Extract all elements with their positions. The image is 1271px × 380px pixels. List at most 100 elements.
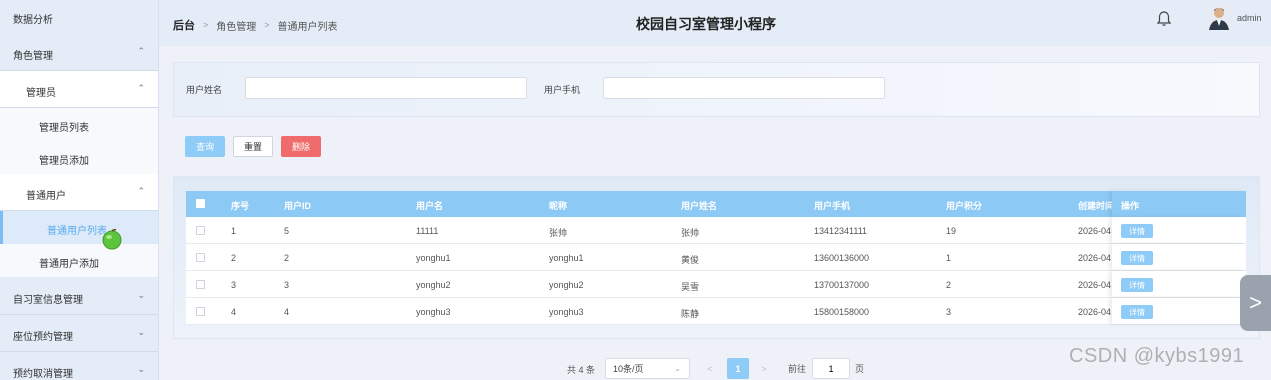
cell-phone: 13600136000 [814, 253, 870, 263]
row-checkbox[interactable] [196, 253, 205, 262]
column-header-nickname: 昵称 [549, 201, 568, 211]
cell-realname: 陈静 [681, 309, 700, 319]
sidebar-item-label: 普通用户 [26, 191, 66, 202]
chevron-down-icon: ⌄ [137, 290, 145, 300]
cell-nickname: yonghu3 [549, 307, 584, 317]
chevron-down-icon: ⌄ [674, 364, 681, 373]
cell-username: 11111 [416, 226, 439, 236]
cell-created: 2026-04 [1078, 253, 1112, 263]
sidebar-item-user-add[interactable]: 普通用户添加 [0, 244, 158, 277]
query-button[interactable]: 查询 [185, 136, 225, 157]
sidebar: 数据分析 角色管理 ⌃ 管理员 ⌃ 管理员列表 管理员添加 普通用户 ⌃ 普通用… [0, 0, 159, 380]
table-row: 3 3 yonghu2 yonghu2 吴雪 13700137000 2 202… [186, 271, 1246, 298]
phone-label: 用户手机 [544, 85, 581, 95]
goto-label: 前往 [788, 364, 807, 374]
operation-cell: 详情 [1112, 244, 1246, 270]
sidebar-item-label: 角色管理 [13, 51, 53, 62]
sidebar-item-admins[interactable]: 管理员 ⌃ [0, 71, 158, 108]
cell-user-id: 3 [284, 280, 290, 290]
cell-user-id: 5 [284, 226, 290, 236]
name-input[interactable] [245, 77, 527, 99]
operation-column-header: 操作 [1112, 191, 1246, 217]
goto-page-input[interactable] [812, 358, 850, 379]
row-checkbox[interactable] [196, 307, 205, 316]
cell-index: 2 [231, 253, 237, 263]
column-header-user-id: 用户ID [284, 201, 312, 211]
user-name[interactable]: admin [1237, 13, 1262, 23]
cell-nickname: yonghu1 [549, 253, 584, 263]
sidebar-item-admin-list[interactable]: 管理员列表 [0, 108, 158, 141]
sidebar-item-label: 座位预约管理 [13, 332, 73, 343]
top-header: 后台 > 角色管理 > 普通用户列表 校园自习室管理小程序 admin [159, 0, 1271, 46]
user-table: 序号 用户ID 用户名 昵称 用户姓名 用户手机 用户积分 创建时间 操作 1 … [173, 176, 1260, 339]
detail-button[interactable]: 详情 [1121, 305, 1153, 319]
detail-button[interactable]: 详情 [1121, 224, 1153, 238]
cell-phone: 13412341111 [814, 226, 868, 236]
cell-realname: 吴雪 [681, 282, 700, 292]
chevron-down-icon: ⌄ [137, 327, 145, 337]
cell-username: yonghu3 [416, 307, 451, 317]
user-avatar-icon [1207, 4, 1231, 30]
reset-button[interactable]: 重置 [233, 136, 273, 157]
search-panel: 用户姓名 用户手机 [173, 62, 1260, 117]
chevron-up-icon: ⌃ [137, 46, 145, 56]
bell-icon[interactable] [1155, 10, 1173, 28]
float-next-button[interactable]: > [1240, 275, 1271, 331]
cell-username: yonghu1 [416, 253, 451, 263]
cell-phone: 15800158000 [814, 307, 870, 317]
column-header-phone: 用户手机 [814, 201, 851, 211]
sidebar-item-room-info[interactable]: 自习室信息管理 ⌄ [0, 278, 158, 315]
table-header: 序号 用户ID 用户名 昵称 用户姓名 用户手机 用户积分 创建时间 操作 [186, 191, 1246, 217]
select-all-checkbox[interactable] [196, 199, 205, 208]
sidebar-item-booking-cancel[interactable]: 预约取消管理 ⌄ [0, 352, 158, 380]
row-checkbox[interactable] [196, 280, 205, 289]
page-suffix: 页 [855, 364, 865, 374]
operation-cell: 详情 [1112, 271, 1246, 297]
prev-page-button[interactable]: < [702, 358, 718, 379]
breadcrumb-role-management[interactable]: 角色管理 [216, 18, 256, 33]
cell-points: 1 [946, 253, 952, 263]
breadcrumb-current: 普通用户列表 [277, 21, 338, 33]
table-row: 2 2 yonghu1 yonghu1 黄俊 13600136000 1 202… [186, 244, 1246, 271]
sidebar-item-user-list[interactable]: 普通用户列表 [0, 211, 158, 244]
cell-phone: 13700137000 [814, 280, 870, 290]
column-header-created: 创建时间 [1078, 201, 1115, 211]
app-title: 校园自习室管理小程序 [636, 16, 776, 32]
page-number-current[interactable]: 1 [727, 358, 749, 379]
sidebar-item-users[interactable]: 普通用户 ⌃ [0, 174, 158, 211]
sidebar-item-label: 数据分析 [13, 15, 53, 26]
cell-created: 2026-04 [1078, 280, 1112, 290]
breadcrumb: 后台 > 角色管理 > 普通用户列表 [173, 17, 338, 33]
cell-index: 3 [231, 280, 237, 290]
cell-index: 4 [231, 307, 237, 317]
sidebar-item-admin-add[interactable]: 管理员添加 [0, 141, 158, 174]
cell-points: 2 [946, 280, 952, 290]
sidebar-item-seat-booking[interactable]: 座位预约管理 ⌄ [0, 315, 158, 352]
chevron-up-icon: ⌃ [137, 186, 145, 196]
column-header-operation: 操作 [1121, 201, 1140, 211]
delete-button[interactable]: 删除 [281, 136, 321, 157]
avatar[interactable] [1207, 4, 1231, 30]
detail-button[interactable]: 详情 [1121, 251, 1153, 265]
row-checkbox[interactable] [196, 226, 205, 235]
sidebar-item-data-analysis[interactable]: 数据分析 [0, 0, 158, 37]
cell-user-id: 2 [284, 253, 290, 263]
chevron-right-icon: > [264, 20, 270, 30]
sidebar-item-label: 自习室信息管理 [13, 295, 83, 306]
phone-input[interactable] [603, 77, 885, 99]
page-size-select[interactable]: 10条/页 ⌄ [605, 358, 690, 379]
breadcrumb-home[interactable]: 后台 [173, 17, 195, 33]
table-row: 4 4 yonghu3 yonghu3 陈静 15800158000 3 202… [186, 298, 1246, 325]
cell-created: 2026-04 [1078, 226, 1112, 236]
operation-cell: 详情 [1112, 298, 1246, 324]
column-header-points: 用户积分 [946, 201, 983, 211]
name-label: 用户姓名 [186, 85, 223, 95]
cell-points: 19 [946, 226, 957, 236]
sidebar-item-role-management[interactable]: 角色管理 ⌃ [0, 34, 158, 71]
next-page-button[interactable]: > [756, 358, 772, 379]
sidebar-item-label: 管理员添加 [39, 156, 89, 167]
cell-points: 3 [946, 307, 952, 317]
detail-button[interactable]: 详情 [1121, 278, 1153, 292]
sidebar-item-label: 管理员列表 [39, 123, 89, 134]
chevron-up-icon: ⌃ [137, 83, 145, 93]
